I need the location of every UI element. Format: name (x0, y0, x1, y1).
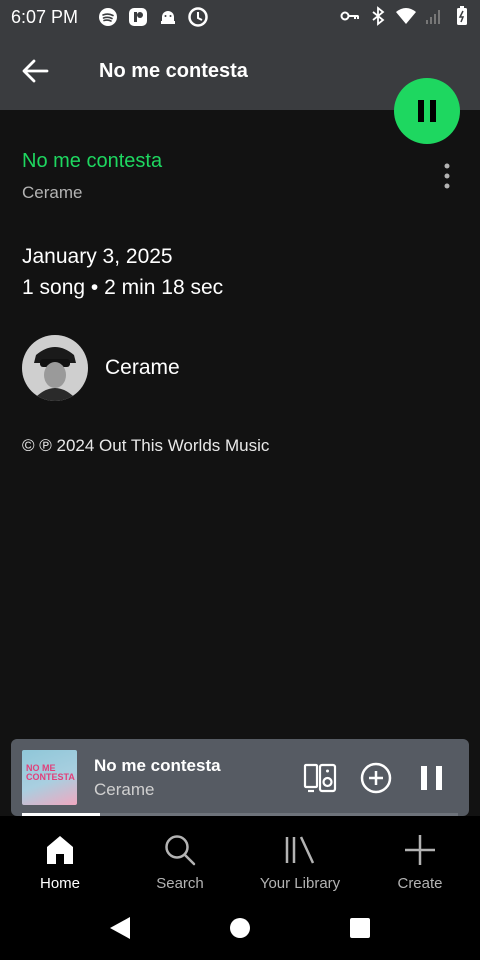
track-artist[interactable]: Cerame (22, 183, 82, 203)
mini-player-artist: Cerame (94, 780, 155, 799)
artist-row[interactable]: Cerame (22, 335, 322, 401)
nav-item-search[interactable]: Search (120, 833, 240, 892)
app-icon (129, 8, 147, 26)
nav-item-library[interactable]: Your Library (240, 833, 360, 892)
mini-player-artwork: NO ME CONTESTA (22, 750, 77, 805)
spotify-icon (99, 8, 117, 26)
status-time: 6:07 PM (11, 7, 79, 27)
signal-icon (426, 10, 440, 24)
mini-player[interactable]: NO ME CONTESTA No me contesta Cerame (11, 739, 469, 816)
release-date: January 3, 2025 (22, 245, 173, 268)
bottom-nav: Home Search Your Library Create (0, 816, 480, 900)
nav-item-create[interactable]: Create (360, 833, 480, 892)
bluetooth-icon (372, 6, 385, 26)
battery-icon (457, 6, 467, 25)
track-title[interactable]: No me contesta (22, 150, 162, 173)
page-title: No me contesta (99, 60, 248, 82)
devices-icon[interactable] (303, 761, 337, 795)
system-recents-icon[interactable] (348, 916, 372, 940)
mini-pause-icon[interactable] (415, 761, 449, 795)
wifi-icon (396, 8, 416, 24)
artist-photo-icon (22, 335, 88, 401)
system-home-icon[interactable] (228, 916, 252, 940)
back-button[interactable] (20, 55, 52, 87)
nav-item-home[interactable]: Home (0, 833, 120, 892)
key-icon (340, 11, 359, 21)
home-icon (47, 836, 73, 864)
system-nav-bar (0, 900, 480, 960)
more-options-button[interactable] (436, 160, 458, 192)
nav-label-home: Home (39, 875, 80, 892)
search-icon (165, 835, 196, 866)
vpn-icon (188, 7, 208, 27)
pause-button[interactable] (394, 78, 460, 144)
artist-avatar (22, 335, 88, 401)
nav-label-library: Your Library (259, 875, 341, 892)
library-icon (285, 836, 315, 864)
nav-label-search: Search (156, 875, 204, 892)
artist-name: Cerame (105, 356, 180, 379)
pause-icon (418, 100, 436, 122)
android-icon (161, 11, 175, 24)
status-right-icons (340, 6, 472, 26)
mini-player-title: No me contesta (94, 756, 221, 775)
artwork-text: NO ME CONTESTA (26, 763, 75, 782)
release-info: 1 song • 2 min 18 sec (22, 276, 224, 299)
nav-label-create: Create (397, 875, 443, 892)
add-to-library-icon[interactable] (359, 761, 393, 795)
system-back-icon[interactable] (108, 916, 132, 940)
status-bar: 6:07 PM (0, 0, 480, 33)
plus-icon (405, 835, 435, 865)
status-left-icons (98, 7, 208, 27)
copyright-text: © ℗ 2024 Out This Worlds Music (22, 436, 270, 455)
